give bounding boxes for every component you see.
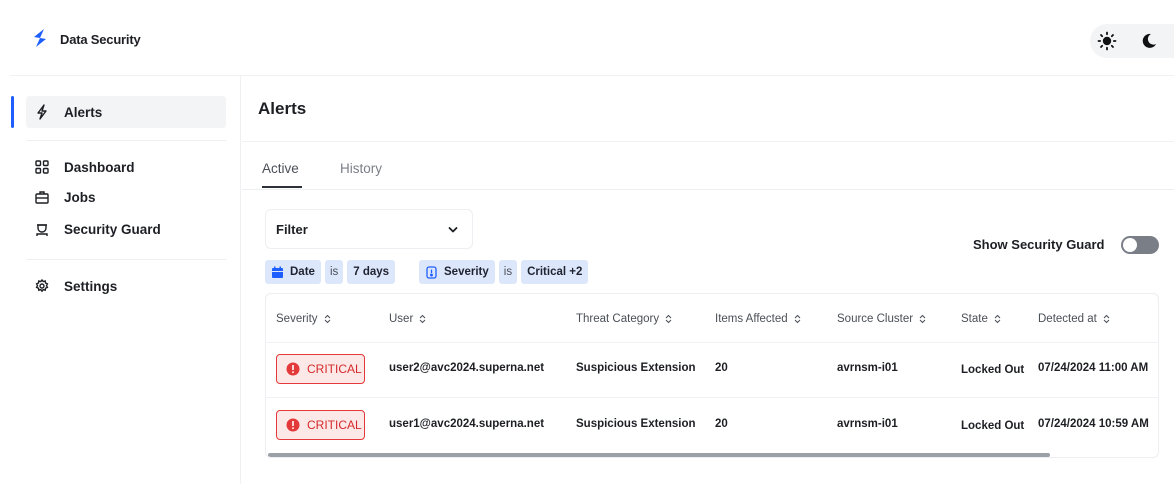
bolt-icon [34, 104, 50, 120]
cell-user: user1@avc2024.superna.net [389, 418, 545, 430]
row-divider [266, 342, 1158, 343]
thermometer-icon [425, 265, 438, 279]
cell-source-cluster: avrnsm-i01 [837, 418, 898, 430]
sort-icon [665, 314, 672, 324]
superna-logo-icon [34, 29, 46, 47]
tab-active[interactable]: Active [262, 161, 299, 176]
grid-icon [34, 159, 50, 175]
active-nav-indicator [11, 96, 14, 128]
cell-state: Locked Out [961, 364, 1025, 376]
title-divider [242, 141, 1174, 142]
sun-icon [1097, 31, 1117, 51]
tabs-divider [242, 189, 1174, 190]
nav-divider [26, 140, 226, 141]
cell-detected-at: 07/24/2024 11:00 AM [1038, 362, 1149, 374]
calendar-icon [271, 266, 284, 279]
column-header-threat-category[interactable]: Threat Category [576, 313, 672, 325]
cell-source-cluster: avrnsm-i01 [837, 362, 898, 374]
alert-circle-icon [286, 362, 300, 376]
severity-badge: CRITICAL [276, 354, 365, 384]
severity-badge: CRITICAL [276, 410, 365, 440]
sort-icon [994, 314, 1001, 324]
sidebar: Alerts Dashboard Jobs Security Guard Set… [0, 76, 241, 484]
moon-icon [1142, 33, 1156, 48]
horizontal-scrollbar[interactable] [268, 453, 1050, 457]
column-header-detected-at[interactable]: Detected at [1038, 313, 1110, 325]
column-header-source-cluster[interactable]: Source Cluster [837, 313, 926, 325]
filter-dropdown[interactable]: Filter [265, 209, 473, 249]
sort-icon [419, 314, 426, 324]
cell-detected-at: 07/24/2024 10:59 AM [1038, 418, 1149, 430]
cell-state: Locked Out [961, 420, 1025, 432]
row-divider [266, 397, 1158, 398]
theme-toggle[interactable] [1090, 24, 1174, 58]
chip-value: Critical +2 [521, 260, 589, 284]
sidebar-item-label: Dashboard [64, 159, 135, 175]
sidebar-item-label: Alerts [64, 104, 103, 120]
guard-icon [34, 221, 50, 237]
alert-circle-icon [286, 418, 300, 432]
light-mode-button[interactable] [1094, 29, 1120, 53]
dark-mode-button[interactable] [1136, 29, 1162, 53]
cell-threat-category: Suspicious Extension [576, 418, 696, 430]
sidebar-item-settings[interactable]: Settings [26, 270, 117, 302]
sidebar-item-label: Settings [64, 278, 118, 294]
gear-icon [34, 278, 50, 294]
chip-field: Severity [419, 260, 495, 284]
sort-icon [324, 314, 331, 324]
cell-user: user2@avc2024.superna.net [389, 362, 545, 374]
toggle-knob [1123, 238, 1137, 252]
sidebar-item-alerts[interactable]: Alerts [26, 96, 226, 128]
cell-threat-category: Suspicious Extension [576, 362, 696, 374]
page-title: Alerts [258, 99, 307, 118]
nav-divider [26, 259, 226, 260]
chip-field: Date [265, 260, 321, 284]
filter-label: Filter [276, 222, 308, 237]
security-guard-toggle-label: Show Security Guard [973, 237, 1105, 252]
column-header-severity[interactable]: Severity [276, 313, 331, 325]
sidebar-item-security-guard[interactable]: Security Guard [26, 213, 161, 245]
app-header: Data Security [0, 0, 1174, 76]
tab-history[interactable]: History [340, 161, 382, 176]
briefcase-icon [34, 189, 50, 205]
sort-icon [1103, 314, 1110, 324]
column-header-user[interactable]: User [389, 313, 426, 325]
active-tab-underline [262, 186, 302, 188]
security-guard-toggle[interactable] [1121, 236, 1159, 254]
chip-operator: is [498, 260, 518, 284]
sidebar-item-label: Jobs [64, 189, 96, 205]
app-title: Data Security [60, 32, 141, 47]
column-header-items-affected[interactable]: Items Affected [715, 313, 801, 325]
sort-icon [794, 314, 801, 324]
filter-chip-date[interactable]: Date is 7 days [265, 260, 399, 284]
sidebar-item-jobs[interactable]: Jobs [26, 181, 96, 213]
cell-items-affected: 20 [715, 362, 728, 374]
sidebar-item-dashboard[interactable]: Dashboard [26, 151, 135, 183]
chevron-down-icon [448, 227, 458, 233]
sidebar-item-label: Security Guard [64, 221, 161, 237]
alerts-table: Severity User Threat Category Items Affe… [265, 293, 1159, 458]
chip-operator: is [324, 260, 344, 284]
cell-items-affected: 20 [715, 418, 728, 430]
chip-value: 7 days [347, 260, 396, 284]
column-header-state[interactable]: State [961, 313, 1001, 325]
sort-icon [919, 314, 926, 324]
filter-chip-severity[interactable]: Severity is Critical +2 [419, 260, 592, 284]
